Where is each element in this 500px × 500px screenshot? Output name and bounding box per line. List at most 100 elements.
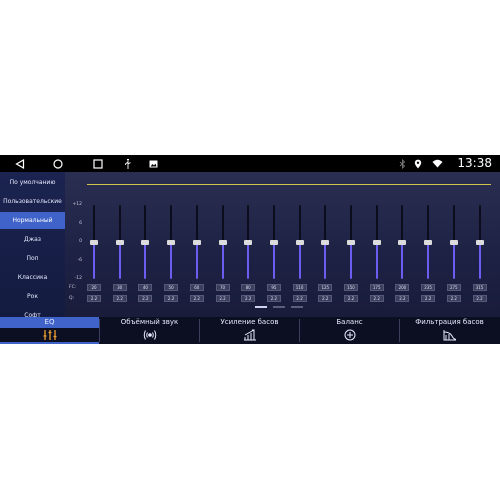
eq-band: 60 2.2 xyxy=(187,172,207,317)
tab-balance-target[interactable]: Баланс xyxy=(300,317,399,344)
fc-value[interactable]: 95 xyxy=(266,284,281,291)
fc-value[interactable]: 50 xyxy=(164,284,179,291)
status-bar: 13:38 xyxy=(0,155,500,172)
eq-slider-fill xyxy=(324,242,327,279)
home-circle-icon[interactable] xyxy=(50,155,66,172)
eq-slider-fill xyxy=(401,242,404,279)
fc-value[interactable]: 200 xyxy=(395,284,410,291)
fc-value[interactable]: 110 xyxy=(292,284,307,291)
fc-value[interactable]: 40 xyxy=(138,284,153,291)
fc-value[interactable]: 60 xyxy=(189,284,204,291)
eq-band: 50 2.2 xyxy=(161,172,181,317)
eq-band: 200 2.2 xyxy=(392,172,412,317)
tab-label: Усиление басов xyxy=(220,318,279,326)
eq-slider-fill xyxy=(170,242,173,279)
clock: 13:38 xyxy=(457,156,492,170)
fc-value[interactable]: 235 xyxy=(421,284,436,291)
tab-divider xyxy=(399,319,400,342)
fc-value[interactable]: 125 xyxy=(318,284,333,291)
fc-value[interactable]: 315 xyxy=(472,284,487,291)
fc-value[interactable]: 70 xyxy=(215,284,230,291)
page-indicator-dot[interactable] xyxy=(273,306,285,308)
eq-slider-knob[interactable] xyxy=(218,239,227,245)
eq-slider-fill xyxy=(375,242,378,279)
equalizer-panel: +12 6 0 -6 -12 FC: Q: 20 2.2 30 2.2 40 2.2 50 2.2 60 2.2… xyxy=(65,172,500,317)
q-value[interactable]: 2.2 xyxy=(318,295,333,302)
eq-band: 20 2.2 xyxy=(84,172,104,317)
eq-band: 110 2.2 xyxy=(290,172,310,317)
eq-band: 125 2.2 xyxy=(315,172,335,317)
head-unit-screen: 13:38 По умолчанию Пользовательские Нормал… xyxy=(0,155,500,344)
gain-scale-label: 0 xyxy=(79,239,82,244)
eq-slider-knob[interactable] xyxy=(347,239,355,245)
q-value[interactable]: 2.2 xyxy=(292,295,307,302)
eq-slider-knob[interactable] xyxy=(475,239,484,245)
eq-band: 315 2.2 xyxy=(470,172,490,317)
gain-scale-label: -6 xyxy=(77,257,83,263)
eq-slider-fill xyxy=(350,242,352,279)
eq-slider-fill xyxy=(452,242,455,279)
eq-slider-knob[interactable] xyxy=(424,239,433,245)
preset-item[interactable]: Джаз xyxy=(0,231,65,248)
tab-surround-sound[interactable]: Объёмный звук xyxy=(100,317,199,344)
eq-slider-knob[interactable] xyxy=(141,239,150,245)
eq-slider-fill xyxy=(93,242,95,279)
preset-item[interactable]: Поп xyxy=(0,250,65,267)
eq-slider-knob[interactable] xyxy=(321,239,330,245)
eq-slider-fill xyxy=(247,242,250,279)
preset-item[interactable]: Нормальный xyxy=(0,212,65,229)
fc-value[interactable]: 150 xyxy=(344,284,358,291)
eq-band: 95 2.2 xyxy=(264,172,284,317)
tab-bass-filter[interactable]: Фильтрация басов xyxy=(400,317,499,344)
fc-value[interactable]: 20 xyxy=(87,284,101,291)
q-value[interactable]: 2.2 xyxy=(472,295,487,302)
eq-slider-knob[interactable] xyxy=(167,239,176,245)
q-value[interactable]: 2.2 xyxy=(189,295,204,302)
q-value[interactable]: 2.2 xyxy=(138,295,153,302)
q-value[interactable]: 2.2 xyxy=(164,295,179,302)
fc-value[interactable]: 30 xyxy=(112,284,127,291)
tab-equalizer[interactable]: EQ xyxy=(0,317,99,344)
fc-value[interactable]: 275 xyxy=(446,284,461,291)
q-value[interactable]: 2.2 xyxy=(369,295,384,302)
back-triangle-icon[interactable] xyxy=(12,155,28,172)
recents-square-icon[interactable] xyxy=(90,155,106,172)
preset-item[interactable]: Пользовательские xyxy=(0,193,65,210)
eq-band: 235 2.2 xyxy=(418,172,438,317)
eq-slider-knob[interactable] xyxy=(372,239,381,245)
eq-slider-knob[interactable] xyxy=(115,239,124,245)
q-value[interactable]: 2.2 xyxy=(87,295,101,302)
preset-item[interactable]: Рок xyxy=(0,288,65,305)
fc-value[interactable]: 175 xyxy=(369,284,384,291)
eq-slider-knob[interactable] xyxy=(90,239,98,245)
preset-item[interactable]: Классика xyxy=(0,269,65,286)
q-value[interactable]: 2.2 xyxy=(241,295,256,302)
q-value[interactable]: 2.2 xyxy=(112,295,127,302)
eq-slider-knob[interactable] xyxy=(295,239,304,245)
location-pin-icon xyxy=(412,155,424,172)
q-value[interactable]: 2.2 xyxy=(446,295,461,302)
wifi-icon xyxy=(430,155,444,172)
eq-slider-fill xyxy=(144,242,147,279)
tab-bass-boost[interactable]: Усиление басов xyxy=(200,317,299,344)
eq-slider-knob[interactable] xyxy=(192,239,201,245)
eq-band: 30 2.2 xyxy=(110,172,130,317)
eq-slider-knob[interactable] xyxy=(244,239,253,245)
q-value[interactable]: 2.2 xyxy=(215,295,230,302)
q-value[interactable]: 2.2 xyxy=(421,295,436,302)
eq-slider-fill xyxy=(478,242,481,279)
eq-band: 40 2.2 xyxy=(135,172,155,317)
eq-slider-fill xyxy=(221,242,224,279)
preset-item[interactable]: По умолчанию xyxy=(0,174,65,191)
eq-slider-knob[interactable] xyxy=(269,239,278,245)
q-value[interactable]: 2.2 xyxy=(395,295,410,302)
fc-value[interactable]: 80 xyxy=(241,284,256,291)
eq-slider-fill xyxy=(298,242,301,279)
page-indicator-dot[interactable] xyxy=(255,306,267,308)
q-value[interactable]: 2.2 xyxy=(344,295,358,302)
gain-scale-label: +12 xyxy=(72,202,83,207)
eq-slider-knob[interactable] xyxy=(398,239,407,245)
page-indicator-dot[interactable] xyxy=(291,306,303,308)
q-value[interactable]: 2.2 xyxy=(266,295,281,302)
eq-slider-knob[interactable] xyxy=(449,239,458,245)
